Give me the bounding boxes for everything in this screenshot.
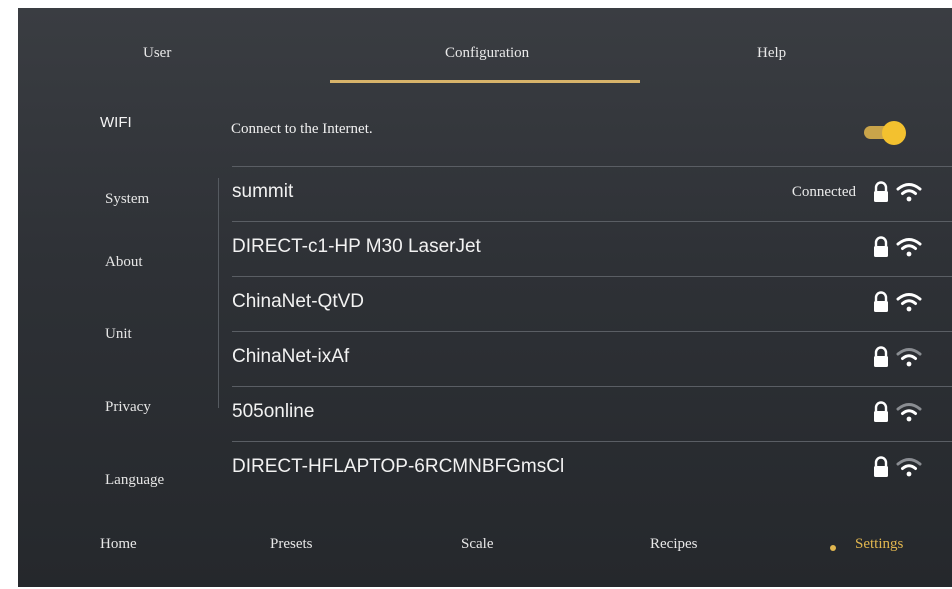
- network-row[interactable]: ChinaNet-ixAf: [232, 331, 952, 386]
- sidebar-item-system[interactable]: System: [105, 191, 149, 208]
- nav-recipes[interactable]: Recipes: [650, 536, 697, 553]
- wifi-signal-icon: [896, 401, 922, 423]
- sidebar-item-wifi[interactable]: WIFI: [100, 114, 132, 131]
- network-name: ChinaNet-ixAf: [232, 346, 350, 367]
- network-name: DIRECT-HFLAPTOP-6RCMNBFGmsCl: [232, 456, 565, 477]
- sidebar-item-about[interactable]: About: [105, 254, 143, 271]
- network-row[interactable]: 505online: [232, 386, 952, 441]
- lock-icon: [872, 346, 890, 368]
- tab-user[interactable]: User: [143, 45, 171, 62]
- nav-home[interactable]: Home: [100, 536, 137, 553]
- wifi-signal-icon: [896, 181, 922, 203]
- sidebar-item-privacy[interactable]: Privacy: [105, 399, 151, 416]
- tab-configuration[interactable]: Configuration: [445, 45, 529, 62]
- active-nav-dot: [830, 545, 836, 551]
- wifi-signal-icon: [896, 236, 922, 258]
- wifi-toggle[interactable]: [864, 121, 906, 145]
- sidebar-divider: [218, 178, 219, 408]
- settings-screen: User Configuration Help WIFI System Abou…: [18, 8, 952, 587]
- connect-label: Connect to the Internet.: [231, 121, 373, 137]
- network-row[interactable]: DIRECT-HFLAPTOP-6RCMNBFGmsCl: [232, 441, 952, 496]
- lock-icon: [872, 181, 890, 203]
- nav-presets[interactable]: Presets: [270, 536, 313, 553]
- network-row[interactable]: DIRECT-c1-HP M30 LaserJet: [232, 221, 952, 276]
- network-name: summit: [232, 181, 294, 202]
- network-status: Connected: [791, 184, 856, 200]
- sidebar-item-unit[interactable]: Unit: [105, 326, 132, 343]
- lock-icon: [872, 456, 890, 478]
- network-name: ChinaNet-QtVD: [232, 291, 364, 312]
- lock-icon: [872, 401, 890, 423]
- toggle-knob: [882, 121, 906, 145]
- network-name: 505online: [232, 401, 315, 422]
- nav-settings[interactable]: Settings: [855, 536, 903, 553]
- sidebar-item-language[interactable]: Language: [105, 472, 164, 489]
- tab-help[interactable]: Help: [757, 45, 786, 62]
- lock-icon: [872, 291, 890, 313]
- wifi-signal-icon: [896, 456, 922, 478]
- lock-icon: [872, 236, 890, 258]
- wifi-signal-icon: [896, 291, 922, 313]
- nav-scale[interactable]: Scale: [461, 536, 493, 553]
- network-row[interactable]: ChinaNet-QtVD: [232, 276, 952, 331]
- active-tab-indicator: [330, 80, 640, 83]
- network-name: DIRECT-c1-HP M30 LaserJet: [232, 236, 481, 257]
- wifi-signal-icon: [896, 346, 922, 368]
- network-row[interactable]: summit Connected: [232, 166, 952, 221]
